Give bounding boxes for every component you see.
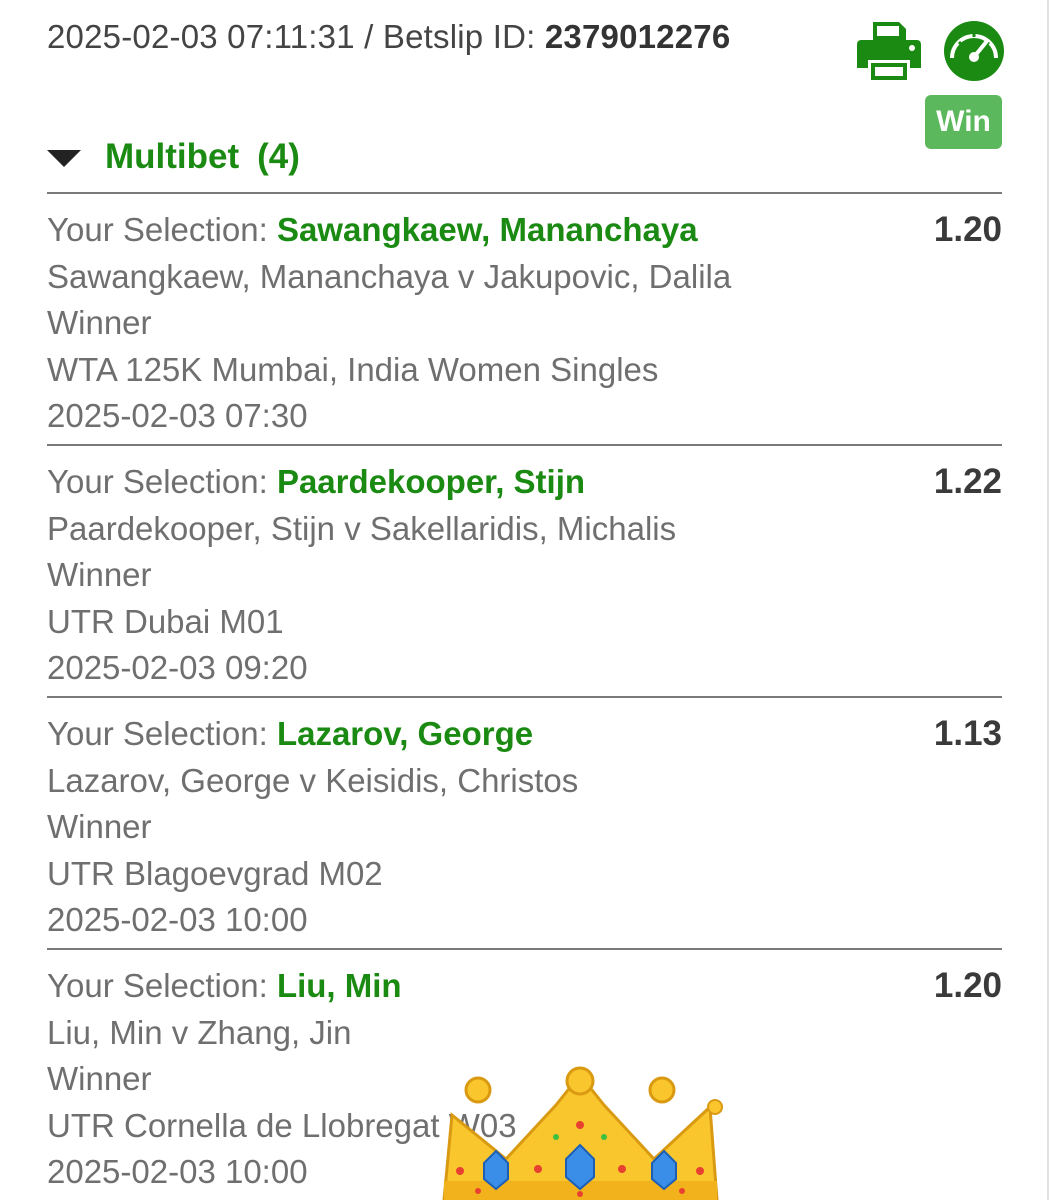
multibet-count: (4): [257, 137, 300, 176]
selection-line: Your Selection: Lazarov, George: [47, 711, 1002, 758]
selection-odds: 1.20: [933, 966, 1002, 1005]
selection-event: Sawangkaew, Mananchaya v Jakupovic, Dali…: [47, 257, 732, 295]
selection-prefix: Your Selection:: [47, 715, 277, 752]
selection-datetime: 2025-02-03 07:30: [47, 397, 308, 435]
selection-prefix: Your Selection:: [47, 967, 277, 1004]
selection-line: Your Selection: Paardekooper, Stijn: [47, 459, 1002, 506]
selection-pick: Lazarov, George: [276, 715, 534, 752]
selection-competition: UTR Dubai M01: [47, 602, 284, 640]
selection-market: Winner: [47, 808, 152, 846]
header-separator: /: [354, 18, 383, 55]
betslip-header: 2025-02-03 07:11:31 / Betslip ID: 237901…: [47, 18, 730, 56]
selection-prefix: Your Selection:: [47, 211, 277, 248]
win-status-badge: Win: [925, 95, 1002, 149]
selection-odds: 1.22: [933, 462, 1002, 501]
crown-icon: [442, 1066, 723, 1200]
betslip-id: 2379012276: [544, 18, 731, 55]
selection-item: Your Selection: Paardekooper, Stijn Paar…: [47, 444, 1002, 696]
bet-timestamp: 2025-02-03 07:11:31: [47, 18, 355, 55]
selection-prefix: Your Selection:: [47, 463, 277, 500]
selection-event: Paardekooper, Stijn v Sakellaridis, Mich…: [47, 509, 677, 547]
selection-datetime: 2025-02-03 09:20: [47, 649, 308, 687]
selection-pick: Paardekooper, Stijn: [276, 463, 586, 500]
printer-icon[interactable]: [855, 20, 923, 82]
selection-event: Liu, Min v Zhang, Jin: [47, 1013, 352, 1051]
selection-item: Your Selection: Lazarov, George Lazarov,…: [47, 696, 1002, 948]
selection-odds: 1.13: [933, 714, 1002, 753]
collapse-triangle-icon: [47, 149, 81, 167]
multibet-label: Multibet: [105, 137, 240, 176]
selection-market: Winner: [47, 556, 152, 594]
multibet-toggle[interactable]: Multibet (4): [47, 132, 300, 182]
selection-odds: 1.20: [933, 210, 1002, 249]
selection-event: Lazarov, George v Keisidis, Christos: [47, 761, 579, 799]
speedometer-icon[interactable]: [943, 20, 1005, 82]
selection-line: Your Selection: Liu, Min: [47, 963, 1002, 1010]
selection-item: Your Selection: Sawangkaew, Mananchaya S…: [47, 192, 1002, 444]
selection-line: Your Selection: Sawangkaew, Mananchaya: [47, 207, 1002, 254]
selection-pick: Liu, Min: [276, 967, 402, 1004]
selection-market: Winner: [47, 304, 152, 342]
selection-pick: Sawangkaew, Mananchaya: [276, 211, 698, 248]
selection-list: Your Selection: Sawangkaew, Mananchaya S…: [47, 192, 1002, 1200]
selection-datetime: 2025-02-03 10:00: [47, 901, 308, 939]
selection-competition: UTR Blagoevgrad M02: [47, 854, 383, 892]
betslip-id-label: Betslip ID:: [382, 18, 545, 55]
selection-competition: WTA 125K Mumbai, India Women Singles: [47, 350, 659, 388]
